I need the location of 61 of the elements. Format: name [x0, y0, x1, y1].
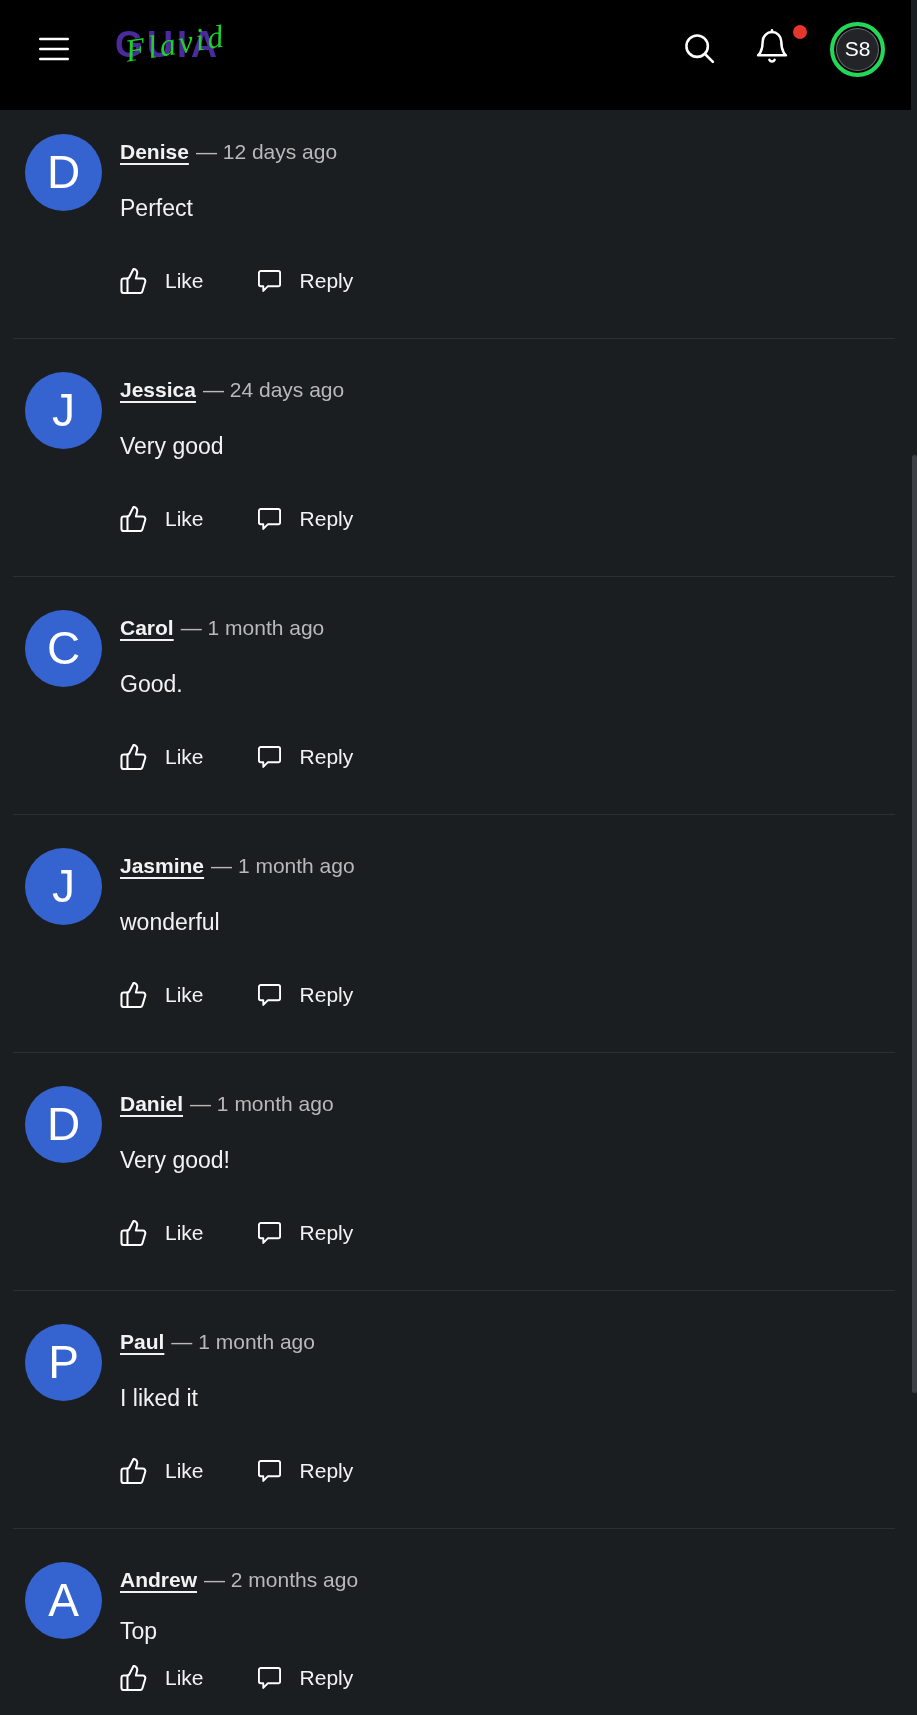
- author-link[interactable]: Jasmine: [120, 854, 205, 877]
- search-icon[interactable]: [685, 34, 715, 64]
- thumbs-up-icon: [120, 1665, 147, 1691]
- thumbs-up-icon: [120, 268, 147, 294]
- author-link[interactable]: Andrew: [120, 1568, 197, 1591]
- comment-time: — 1 month ago: [171, 1330, 315, 1353]
- like-button[interactable]: Like: [120, 1451, 204, 1491]
- user-avatar: D: [25, 1086, 102, 1163]
- speech-bubble-icon: [257, 507, 281, 531]
- comment-time: — 12 days ago: [195, 140, 338, 163]
- thumbs-up-icon: [120, 1220, 147, 1246]
- comment-text: Good.: [120, 670, 184, 699]
- user-avatar: C: [25, 610, 102, 687]
- reply-button[interactable]: Reply: [257, 1451, 354, 1491]
- author-link[interactable]: Carol: [120, 616, 174, 639]
- comment-text: Very good!: [120, 1146, 231, 1175]
- like-button[interactable]: Like: [120, 737, 204, 777]
- reply-button[interactable]: Reply: [257, 975, 354, 1015]
- comment-time: — 24 days ago: [202, 378, 345, 401]
- speech-bubble-icon: [257, 1459, 281, 1483]
- reply-button[interactable]: Reply: [257, 1658, 354, 1698]
- speech-bubble-icon: [257, 269, 281, 293]
- speech-bubble-icon: [257, 983, 281, 1007]
- author-link[interactable]: Paul: [120, 1330, 165, 1353]
- scrollbar-thumb[interactable]: [912, 455, 917, 1393]
- user-avatar: J: [25, 372, 102, 449]
- like-button[interactable]: Like: [120, 975, 204, 1015]
- comment-text: Very good: [120, 432, 225, 461]
- user-avatar: J: [25, 848, 102, 925]
- speech-bubble-icon: [257, 1666, 281, 1690]
- author-link[interactable]: Denise: [120, 140, 189, 163]
- user-avatar: D: [25, 134, 102, 211]
- user-avatar: P: [25, 1324, 102, 1401]
- user-avatar: A: [25, 1562, 102, 1639]
- like-button[interactable]: Like: [120, 1213, 204, 1253]
- thumbs-up-icon: [120, 1458, 147, 1484]
- reply-button[interactable]: Reply: [257, 261, 354, 301]
- comment-text: Perfect: [120, 194, 194, 223]
- reply-button[interactable]: Reply: [257, 1213, 354, 1253]
- comment-text: I liked it: [120, 1384, 199, 1413]
- comment-text: wonderful: [120, 908, 221, 937]
- menu-icon[interactable]: [39, 37, 69, 61]
- like-button[interactable]: Like: [120, 261, 204, 301]
- comment-time: — 1 month ago: [190, 1092, 334, 1115]
- author-link[interactable]: Daniel: [120, 1092, 184, 1115]
- profile-avatar[interactable]: S8: [830, 21, 885, 77]
- author-link[interactable]: Jessica: [120, 378, 196, 401]
- comment-time: — 1 month ago: [211, 854, 355, 877]
- reply-button[interactable]: Reply: [257, 499, 354, 539]
- comment-time: — 1 month ago: [180, 616, 325, 639]
- reply-button[interactable]: Reply: [257, 737, 354, 777]
- comment-time: — 2 months ago: [204, 1568, 359, 1591]
- thumbs-up-icon: [120, 744, 147, 770]
- speech-bubble-icon: [257, 1221, 281, 1245]
- like-button[interactable]: Like: [120, 1658, 204, 1698]
- speech-bubble-icon: [257, 745, 281, 769]
- thumbs-up-icon: [120, 982, 147, 1008]
- bell-icon[interactable]: [756, 29, 788, 63]
- comment-text: Top: [120, 1617, 159, 1646]
- like-button[interactable]: Like: [120, 499, 204, 539]
- thumbs-up-icon: [120, 506, 147, 532]
